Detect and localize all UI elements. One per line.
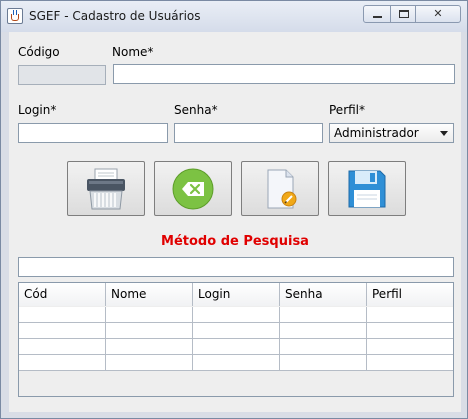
search-input[interactable] [18,257,454,277]
window-title: SGEF - Cadastro de Usuários [29,9,201,23]
table-cell[interactable] [106,307,193,323]
table-cell[interactable] [280,323,367,339]
table-cell[interactable] [193,339,280,355]
search-method-title: Método de Pesquisa [161,234,309,249]
nome-field[interactable] [113,64,455,84]
login-field[interactable] [18,123,168,143]
maximize-icon [399,10,409,18]
edit-document-icon [267,169,297,208]
column-header-nome[interactable]: Nome [106,283,193,306]
column-header-perfil[interactable]: Perfil [367,283,453,306]
perfil-select[interactable]: Administrador [329,123,454,143]
close-icon: ✕ [433,7,443,20]
floppy-disk-icon [348,170,386,207]
title-bar[interactable]: SGEF - Cadastro de Usuários ✕ [1,1,467,32]
shredder-icon [87,168,125,209]
table-header: Cód Nome Login Senha Perfil [19,283,453,306]
table-cell[interactable] [367,307,453,323]
table-cell[interactable] [367,323,453,339]
senha-field[interactable] [174,123,323,143]
table-cell[interactable] [106,339,193,355]
table-cell[interactable] [19,323,106,339]
table-cell[interactable] [367,339,453,355]
table-row[interactable] [19,355,453,371]
table-cell[interactable] [367,355,453,371]
chevron-down-icon [440,131,448,136]
table-row[interactable] [19,323,453,339]
close-button[interactable]: ✕ [415,5,461,23]
table-cell[interactable] [106,323,193,339]
table-cell[interactable] [106,355,193,371]
clear-button[interactable] [154,161,232,216]
delete-button[interactable] [67,161,145,216]
perfil-label: Perfil* [329,103,366,117]
column-header-cod[interactable]: Cód [19,283,106,306]
codigo-field [18,65,106,85]
save-button[interactable] [328,161,406,216]
login-label: Login* [18,103,57,117]
perfil-selected-value: Administrador [334,126,419,140]
table-cell[interactable] [193,355,280,371]
table-cell[interactable] [19,355,106,371]
java-cup-icon[interactable] [7,8,23,24]
column-header-login[interactable]: Login [193,283,280,306]
app-window: SGEF - Cadastro de Usuários ✕ Código Nom… [0,0,468,419]
nome-label: Nome* [112,45,154,59]
table-cell[interactable] [193,323,280,339]
minimize-icon [373,16,382,18]
minimize-button[interactable] [363,5,391,23]
edit-button[interactable] [241,161,319,216]
users-table[interactable]: Cód Nome Login Senha Perfil [18,282,454,397]
table-row[interactable] [19,339,453,355]
table-cell[interactable] [19,339,106,355]
table-cell[interactable] [280,355,367,371]
table-cell[interactable] [19,307,106,323]
senha-label: Senha* [174,103,218,117]
table-cell[interactable] [193,307,280,323]
table-cell[interactable] [280,307,367,323]
table-row[interactable] [19,307,453,323]
table-cell[interactable] [280,339,367,355]
column-header-senha[interactable]: Senha [280,283,367,306]
maximize-button[interactable] [390,5,416,23]
form-panel: Código Nome* Login* Senha* Perfil* Admin… [9,32,461,412]
backspace-icon [172,168,214,209]
codigo-label: Código [18,45,60,59]
